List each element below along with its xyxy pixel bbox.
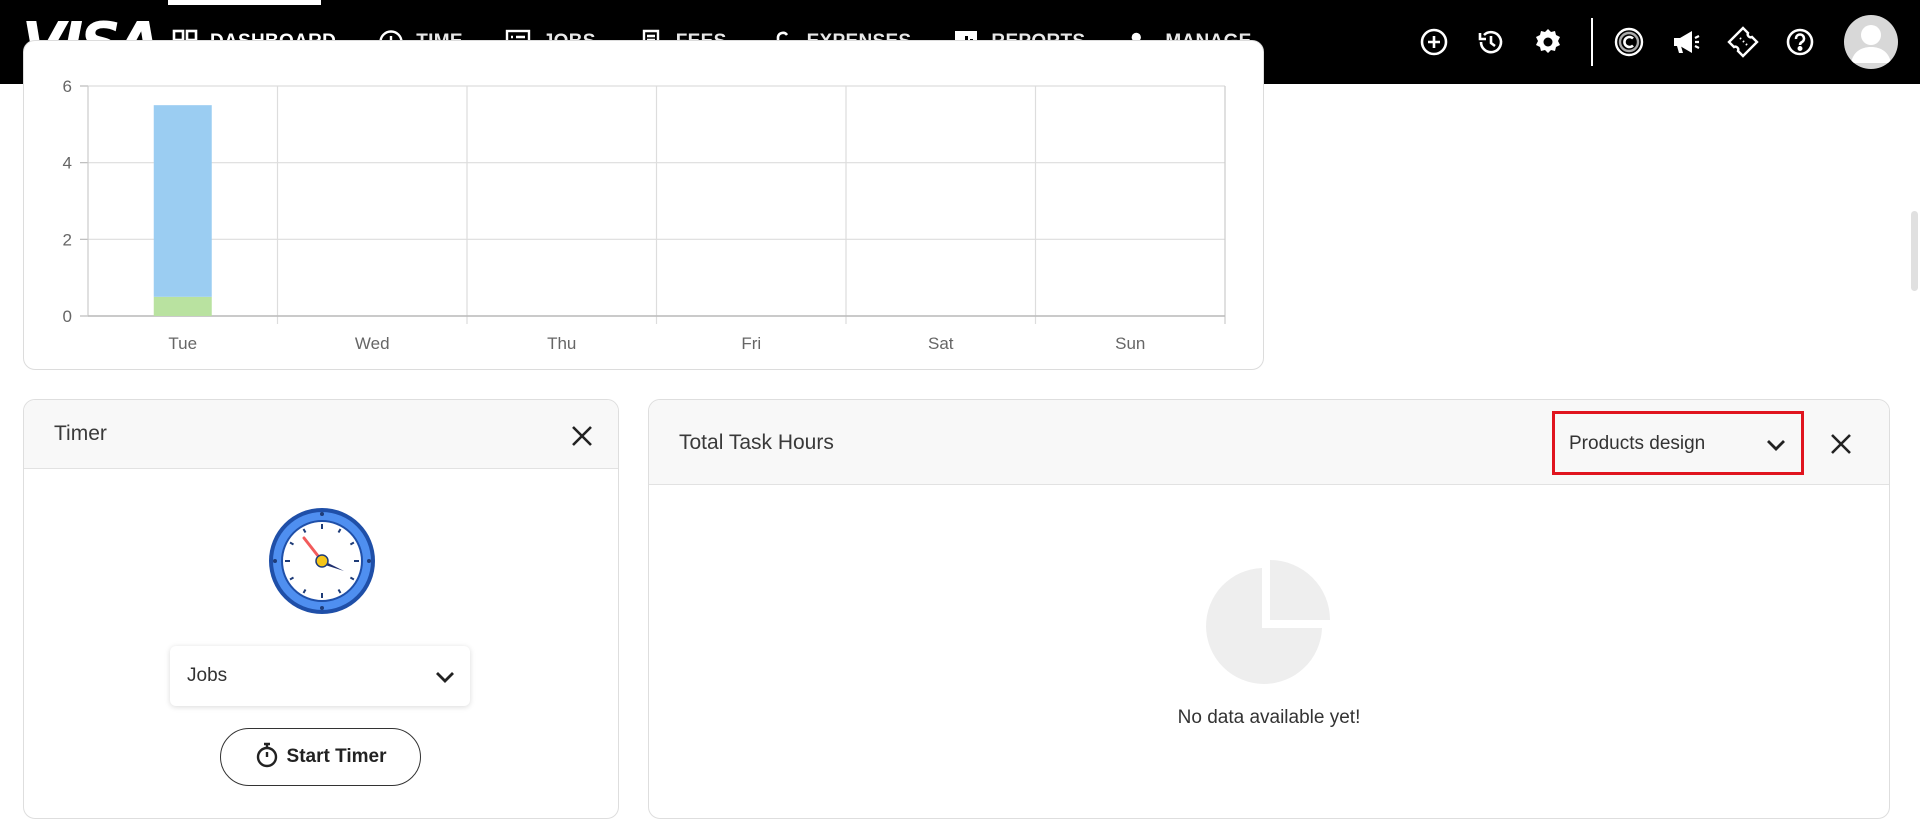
start-timer-label: Start Timer (286, 746, 387, 767)
megaphone-icon[interactable] (1670, 26, 1702, 58)
task-hours-card-title: Total Task Hours (679, 431, 834, 454)
y-tick-label: 2 (63, 230, 72, 249)
jobs-select-value: Jobs (187, 665, 228, 686)
chevron-down-icon (434, 666, 456, 688)
task-hours-close-button[interactable] (1827, 430, 1855, 458)
page-scrollbar[interactable] (1911, 211, 1918, 291)
add-circle-icon[interactable] (1418, 26, 1450, 58)
weekly-hours-bar-chart: 0 2 4 6 Tue Wed Thu Fri Sat Sun (63, 77, 1226, 353)
timer-card: Timer Jobs Start Timer (23, 399, 619, 819)
user-avatar-icon[interactable] (1844, 15, 1898, 69)
total-task-hours-card: Total Task Hours Products design No data… (648, 399, 1890, 819)
x-tick-label: Sun (1115, 334, 1145, 353)
weekly-hours-chart-card: 0 2 4 6 Tue Wed Thu Fri Sat Sun (23, 40, 1264, 370)
y-tick-label: 0 (63, 307, 72, 326)
y-tick-label: 6 (63, 77, 72, 96)
project-select-value: Products design (1569, 433, 1706, 454)
bar-segment (153, 296, 212, 316)
no-data-message: No data available yet! (1177, 707, 1361, 728)
toolbar-divider (1591, 18, 1593, 66)
start-timer-button[interactable]: Start Timer (220, 728, 421, 786)
timer-card-header: Timer (24, 400, 618, 469)
history-icon[interactable] (1475, 26, 1507, 58)
chevron-down-icon (1765, 434, 1787, 456)
help-icon[interactable] (1784, 26, 1816, 58)
x-tick-label: Fri (741, 334, 761, 353)
x-tick-label: Thu (547, 334, 576, 353)
toolbar-icons (1418, 0, 1920, 84)
copyright-c-icon[interactable] (1613, 26, 1645, 58)
x-tick-label: Sat (928, 334, 954, 353)
clock-illustration-icon (269, 508, 375, 614)
ticket-icon[interactable] (1727, 26, 1759, 58)
jobs-select[interactable]: Jobs (170, 646, 470, 706)
settings-gear-icon[interactable] (1532, 26, 1564, 58)
x-tick-label: Wed (355, 334, 390, 353)
bar-segment (153, 105, 212, 297)
empty-pie-icon (1206, 560, 1330, 684)
project-select[interactable]: Products design (1552, 411, 1804, 475)
stopwatch-icon (255, 742, 279, 773)
timer-close-button[interactable] (568, 422, 596, 450)
y-tick-label: 4 (63, 154, 72, 173)
timer-card-title: Timer (54, 422, 107, 445)
task-hours-card-header: Total Task Hours Products design (649, 400, 1889, 485)
x-tick-label: Tue (168, 334, 197, 353)
